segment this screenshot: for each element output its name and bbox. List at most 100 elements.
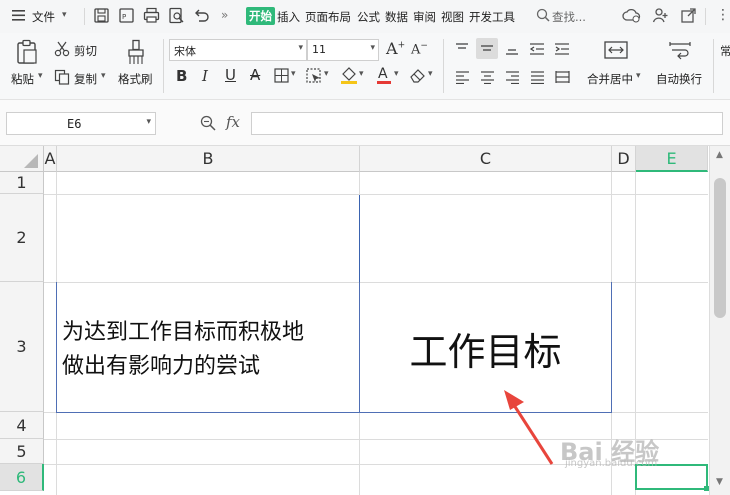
print-preview-icon[interactable] <box>168 7 185 24</box>
cell-b3-line2: 做出有影响力的尝试 <box>62 354 261 379</box>
print-icon[interactable] <box>143 7 160 24</box>
merge-center-icon[interactable] <box>604 40 628 63</box>
tab-review[interactable]: 审阅 <box>413 9 436 25</box>
eraser-icon[interactable] <box>409 68 426 86</box>
indent-increase-icon[interactable] <box>554 42 570 59</box>
cell-c2[interactable]: 提取任意内容 <box>360 195 611 282</box>
more-tools-icon[interactable]: » <box>221 8 228 22</box>
font-color-icon[interactable]: A <box>376 65 392 88</box>
export-pdf-icon[interactable]: P <box>118 7 135 24</box>
tab-developer[interactable]: 开发工具 <box>469 9 515 25</box>
format-painter-button[interactable]: 格式刷 <box>118 71 153 87</box>
share-user-icon[interactable] <box>652 7 669 24</box>
tab-home[interactable]: 开始 <box>246 7 275 25</box>
align-bottom-icon[interactable] <box>505 42 519 59</box>
chevron-down-icon[interactable]: ▾ <box>291 69 296 79</box>
font-name-select[interactable]: 宋体 ▾ <box>169 39 307 61</box>
watermark-url: jingyan.baidu.com <box>565 458 658 469</box>
wrap-text-button[interactable]: 自动换行 <box>656 71 702 87</box>
export-icon[interactable] <box>680 7 697 24</box>
divider <box>84 8 85 25</box>
save-icon[interactable] <box>93 7 110 24</box>
name-box[interactable]: E6 ▾ <box>6 112 156 135</box>
cell-b2[interactable]: 综合能力考核 <box>57 195 359 282</box>
zoom-search-icon[interactable] <box>200 115 216 134</box>
copy-button[interactable]: 复制 <box>74 71 97 87</box>
format-painter-icon[interactable] <box>126 39 146 68</box>
cell-b3[interactable]: 为达到工作目标而积极地 做出有影响力的尝试 <box>62 316 357 384</box>
row-header-1[interactable]: 1 <box>0 172 44 194</box>
scrollbar-thumb[interactable] <box>714 178 726 318</box>
chevron-down-icon: ▾ <box>298 43 303 53</box>
cell-c3[interactable]: 工作目标 <box>360 284 611 412</box>
chevron-down-icon[interactable]: ▾ <box>62 10 67 20</box>
menu-file[interactable]: 文件 <box>32 9 55 25</box>
cell-b2-text: 综合能力考核 <box>123 223 292 257</box>
chevron-down-icon[interactable]: ▾ <box>101 71 106 81</box>
tab-insert[interactable]: 插入 <box>277 9 300 25</box>
wrap-text-icon[interactable] <box>668 40 692 63</box>
select-all-corner[interactable] <box>0 146 44 172</box>
tab-data[interactable]: 数据 <box>385 9 408 25</box>
name-box-value: E6 <box>67 117 82 131</box>
vertical-scrollbar[interactable]: ▲ ▼ <box>709 146 730 495</box>
fill-color-icon[interactable] <box>340 66 358 88</box>
chevron-down-icon: ▾ <box>146 117 151 127</box>
tab-page-layout[interactable]: 页面布局 <box>305 9 351 25</box>
row-header-6[interactable]: 6 <box>0 464 44 491</box>
search-input[interactable]: 查找... <box>552 9 586 25</box>
function-icon[interactable]: fx <box>226 113 240 131</box>
strikethrough-icon[interactable]: A <box>250 66 260 84</box>
chevron-down-icon[interactable]: ▾ <box>394 69 399 79</box>
scroll-up-icon[interactable]: ▲ <box>716 150 723 160</box>
tab-view[interactable]: 视图 <box>441 9 464 25</box>
row-header-3[interactable]: 3 <box>0 282 44 412</box>
more-options-icon[interactable]: ⋮ <box>716 7 730 23</box>
search-icon[interactable] <box>536 8 550 25</box>
row-header-2[interactable]: 2 <box>0 194 44 282</box>
column-header-c[interactable]: C <box>360 146 612 172</box>
chevron-down-icon[interactable]: ▾ <box>636 71 641 81</box>
undo-icon[interactable] <box>193 7 210 24</box>
tab-formulas[interactable]: 公式 <box>357 9 380 25</box>
italic-icon[interactable]: I <box>202 67 208 85</box>
chevron-down-icon[interactable]: ▾ <box>38 71 43 81</box>
scroll-down-icon[interactable]: ▼ <box>716 477 723 487</box>
font-size-select[interactable]: 11 ▾ <box>307 39 379 61</box>
row-header-4[interactable]: 4 <box>0 412 44 439</box>
borders-icon[interactable] <box>274 68 289 86</box>
row-header-5[interactable]: 5 <box>0 439 44 464</box>
cloud-sync-icon[interactable] <box>622 7 641 24</box>
bold-icon[interactable]: B <box>176 67 187 85</box>
paste-button[interactable]: 粘贴 <box>11 71 34 87</box>
scissors-icon[interactable] <box>54 41 70 60</box>
justify-icon[interactable] <box>530 70 545 87</box>
merge-center-button[interactable]: 合并居中 <box>587 71 633 87</box>
increase-font-icon[interactable]: A+ <box>386 39 405 58</box>
decrease-font-icon[interactable]: A− <box>411 41 428 57</box>
chevron-down-icon[interactable]: ▾ <box>359 69 364 79</box>
distributed-align-icon[interactable] <box>555 70 570 87</box>
column-header-b[interactable]: B <box>57 146 360 172</box>
cell-style-icon[interactable] <box>306 68 322 86</box>
column-header-d[interactable]: D <box>612 146 636 172</box>
chevron-down-icon[interactable]: ▾ <box>324 69 329 79</box>
divider <box>705 8 706 25</box>
indent-decrease-icon[interactable] <box>529 42 545 59</box>
hamburger-icon[interactable] <box>12 9 25 25</box>
column-header-a[interactable]: A <box>44 146 57 172</box>
cut-button[interactable]: 剪切 <box>74 43 97 59</box>
align-center-icon[interactable] <box>480 70 495 87</box>
align-top-icon[interactable] <box>455 42 469 59</box>
align-left-icon[interactable] <box>455 70 470 87</box>
copy-icon[interactable] <box>54 69 70 88</box>
column-header-e[interactable]: E <box>636 146 708 172</box>
paste-icon[interactable] <box>16 39 38 68</box>
annotation-arrow <box>504 390 554 465</box>
align-middle-button[interactable] <box>476 38 498 59</box>
underline-icon[interactable]: U <box>225 66 236 84</box>
formula-input[interactable] <box>251 112 723 135</box>
align-right-icon[interactable] <box>505 70 520 87</box>
chevron-down-icon[interactable]: ▾ <box>428 69 433 79</box>
number-format-button[interactable]: 常 <box>720 43 730 59</box>
